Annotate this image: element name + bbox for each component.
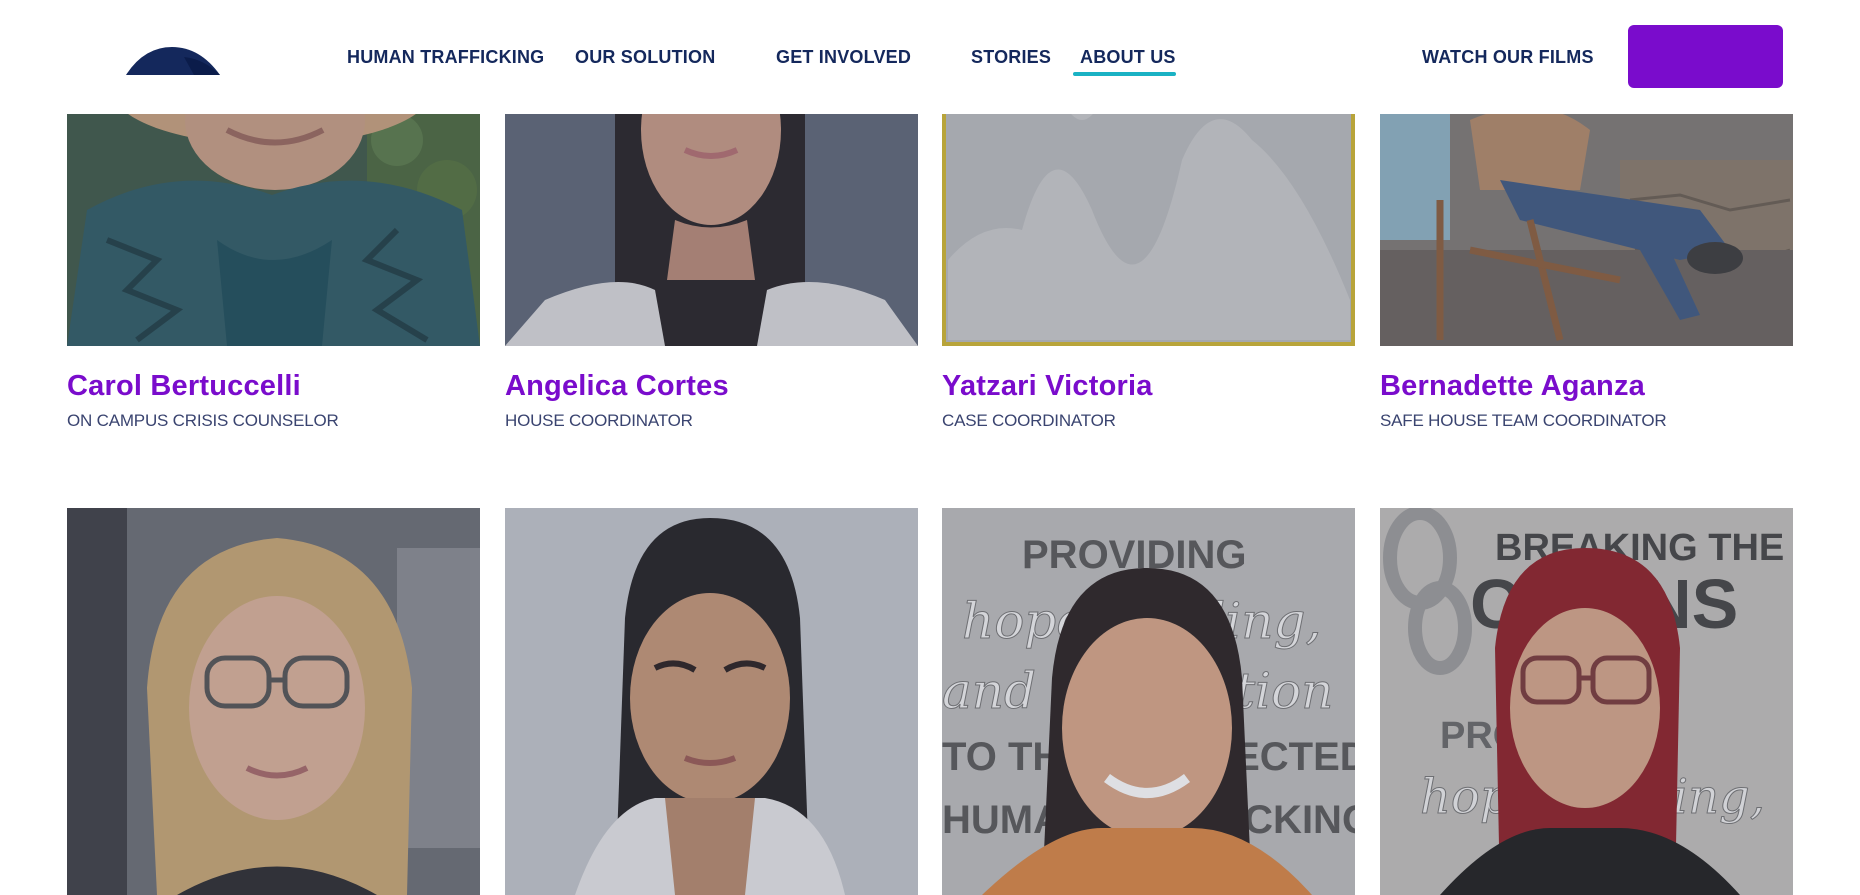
member-role: ON CAMPUS CRISIS COUNSELOR [67,411,339,430]
donate-button[interactable] [1628,25,1783,88]
team-photo-carol [67,100,480,346]
member-role: HOUSE COORDINATOR [505,411,693,430]
nav-about-us[interactable]: ABOUT US [1080,47,1176,68]
site-header: HUMAN TRAFFICKING OUR SOLUTION GET INVOL… [0,0,1860,114]
nav-get-involved[interactable]: GET INVOLVED [776,47,911,68]
team-photo-5 [67,508,480,895]
team-photo-6 [505,508,918,895]
member-name[interactable]: Bernadette Aganza [1380,370,1645,403]
team-photo-8: BREAKING THE CHAINS PROVIDING hope, heal… [1380,508,1793,895]
member-name[interactable]: Yatzari Victoria [942,370,1153,403]
team-photo-angelica [505,100,918,346]
active-nav-indicator [1073,72,1176,76]
placeholder-image-icon [942,100,1355,346]
member-role: SAFE HOUSE TEAM COORDINATOR [1380,411,1667,430]
nav-our-solution[interactable]: OUR SOLUTION [575,47,715,68]
member-name[interactable]: Carol Bertuccelli [67,370,301,403]
team-photo-bernadette [1380,100,1793,346]
member-role: CASE COORDINATOR [942,411,1116,430]
nav-stories[interactable]: STORIES [971,47,1051,68]
member-name[interactable]: Angelica Cortes [505,370,729,403]
logo-icon[interactable] [124,45,222,75]
team-photo-7: PROVIDING hope, healing, and restoration… [942,508,1355,895]
watch-our-films-link[interactable]: WATCH OUR FILMS [1422,47,1594,68]
nav-human-trafficking[interactable]: HUMAN TRAFFICKING [347,47,544,68]
